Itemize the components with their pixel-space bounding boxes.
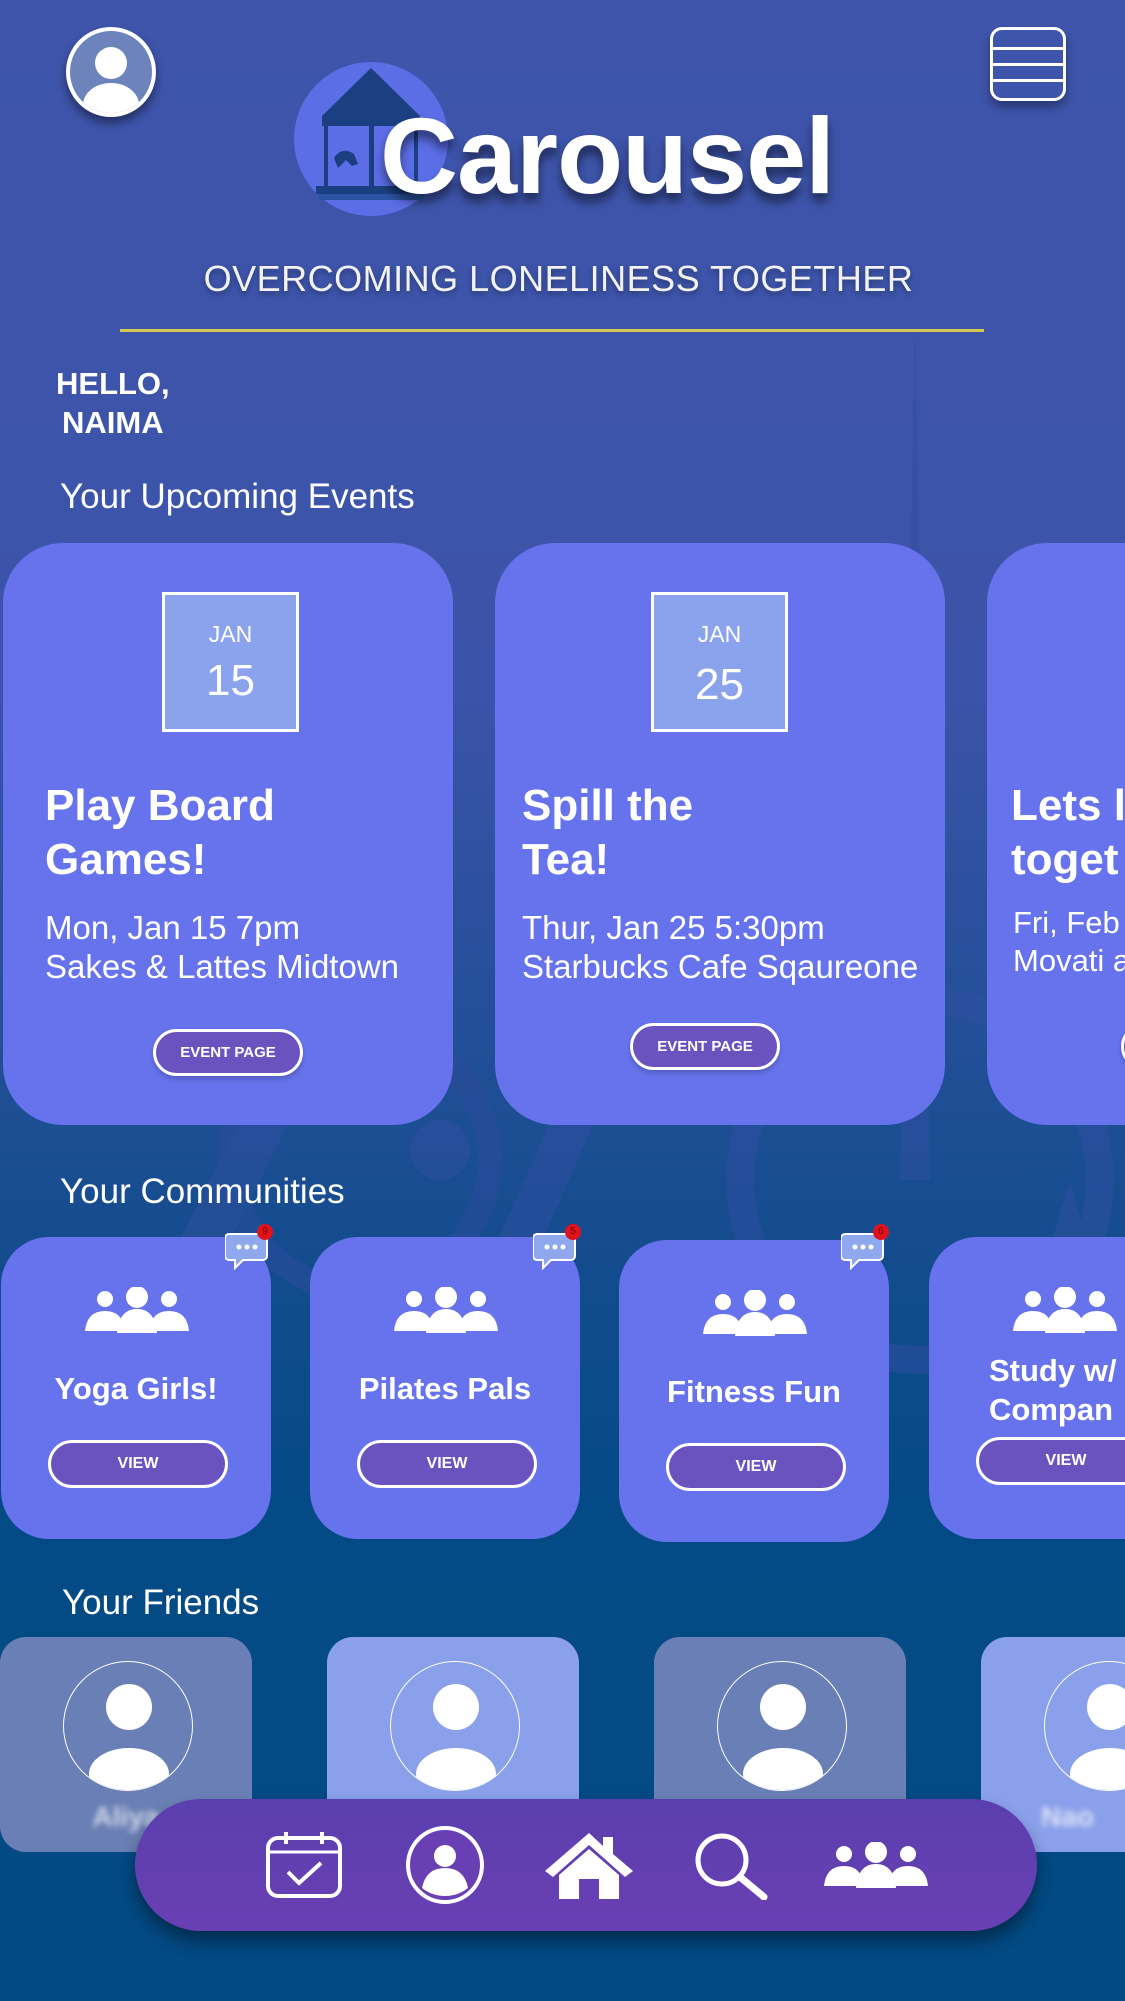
menu-bar — [993, 47, 1063, 50]
hamburger-menu-button[interactable] — [990, 27, 1066, 101]
nav-search[interactable] — [690, 1799, 770, 1931]
nav-home[interactable] — [539, 1799, 639, 1931]
event-name: Play Board Games! — [45, 781, 275, 884]
section-title-communities: Your Communities — [60, 1172, 345, 1211]
event-location: Sakes & Lattes Midtown — [45, 948, 400, 985]
user-avatar-icon — [89, 1684, 169, 1790]
event-location: Movati a — [1013, 943, 1125, 978]
friend-avatar — [1044, 1661, 1125, 1791]
friend-avatar — [63, 1661, 193, 1791]
group-icon — [1013, 1287, 1117, 1333]
chat-notification-badge[interactable]: 9 — [224, 1224, 273, 1271]
bottom-navigation — [135, 1799, 1037, 1931]
badge-count: 6 — [873, 1224, 889, 1240]
badge-count: 9 — [257, 1224, 273, 1240]
nav-calendar[interactable] — [262, 1799, 346, 1931]
tagline: OVERCOMING LONELINESS TOGETHER — [203, 258, 914, 299]
calendar-check-icon — [266, 1832, 342, 1898]
community-name: Pilates Pals — [358, 1371, 532, 1406]
greeting: HELLO, NAIMA — [56, 364, 170, 442]
menu-bar — [993, 63, 1063, 66]
event-date-day: 25 — [695, 660, 744, 709]
community-view-button[interactable]: VIEW — [357, 1440, 537, 1488]
user-avatar-icon — [1070, 1684, 1125, 1790]
chat-notification-badge[interactable]: 5 — [532, 1224, 581, 1271]
community-name: Yoga Girls! — [54, 1371, 218, 1406]
community-view-button[interactable]: VIEW — [666, 1443, 846, 1491]
event-date: JAN 15 — [162, 592, 299, 732]
event-name: Lets l toget — [1011, 781, 1125, 884]
profile-icon — [406, 1826, 484, 1904]
nav-communities[interactable] — [821, 1799, 931, 1931]
event-date-month: JAN — [208, 621, 253, 647]
event-page-button[interactable]: EVENT PAGE — [630, 1023, 780, 1070]
event-card[interactable]: JAN 15 Play Board Games! Mon, Jan 15 7pm… — [3, 543, 453, 1125]
group-icon — [703, 1290, 807, 1336]
event-date-day: 15 — [206, 656, 255, 705]
event-date: JAN 25 — [651, 592, 788, 732]
badge-count: 5 — [565, 1224, 581, 1240]
event-time: Thur, Jan 25 5:30pm — [522, 909, 825, 946]
user-avatar-icon — [416, 1684, 496, 1790]
community-card[interactable]: Yoga Girls! VIEW — [1, 1237, 271, 1539]
chat-notification-badge[interactable]: 6 — [840, 1224, 889, 1271]
event-time: Fri, Feb — [1013, 905, 1120, 940]
user-avatar-icon — [83, 47, 139, 113]
event-page-button[interactable]: EVENT PAGE — [153, 1029, 303, 1076]
event-card[interactable]: Lets l toget Fri, Feb Movati a — [987, 543, 1125, 1125]
app-title: Carousel — [380, 95, 835, 216]
group-icon — [394, 1287, 498, 1333]
nav-profile[interactable] — [405, 1799, 485, 1931]
community-name: Study w/ Compan — [989, 1353, 1117, 1427]
user-avatar-icon — [743, 1684, 823, 1790]
community-group-icon — [824, 1842, 928, 1888]
event-card[interactable]: JAN 25 Spill the Tea! Thur, Jan 25 5:30p… — [495, 543, 945, 1125]
friend-name: Nao — [1041, 1801, 1094, 1832]
event-location: Starbucks Cafe Sqaureone — [522, 948, 919, 985]
section-title-friends: Your Friends — [62, 1583, 260, 1622]
menu-bar — [993, 79, 1063, 82]
friend-avatar — [390, 1661, 520, 1791]
profile-avatar-button[interactable] — [66, 27, 156, 117]
home-icon — [545, 1833, 633, 1899]
community-card[interactable]: Pilates Pals VIEW — [310, 1237, 580, 1539]
community-name: Fitness Fun — [667, 1374, 841, 1409]
header-divider — [120, 329, 984, 332]
greeting-hello: HELLO, — [56, 366, 170, 401]
friend-avatar — [717, 1661, 847, 1791]
section-title-events: Your Upcoming Events — [60, 477, 415, 516]
community-view-button[interactable]: VIEW — [976, 1437, 1125, 1485]
community-view-button[interactable]: VIEW — [48, 1440, 228, 1488]
event-name: Spill the Tea! — [522, 781, 694, 884]
greeting-user-name: NAIMA — [62, 405, 164, 440]
search-icon — [695, 1833, 768, 1900]
community-card[interactable]: Study w/ Compan VIEW — [929, 1237, 1125, 1539]
group-icon — [85, 1287, 189, 1333]
event-time: Mon, Jan 15 7pm — [45, 909, 300, 946]
event-page-button[interactable] — [1121, 1023, 1125, 1070]
event-date-month: JAN — [697, 621, 742, 647]
community-card[interactable]: Fitness Fun VIEW — [619, 1240, 889, 1542]
